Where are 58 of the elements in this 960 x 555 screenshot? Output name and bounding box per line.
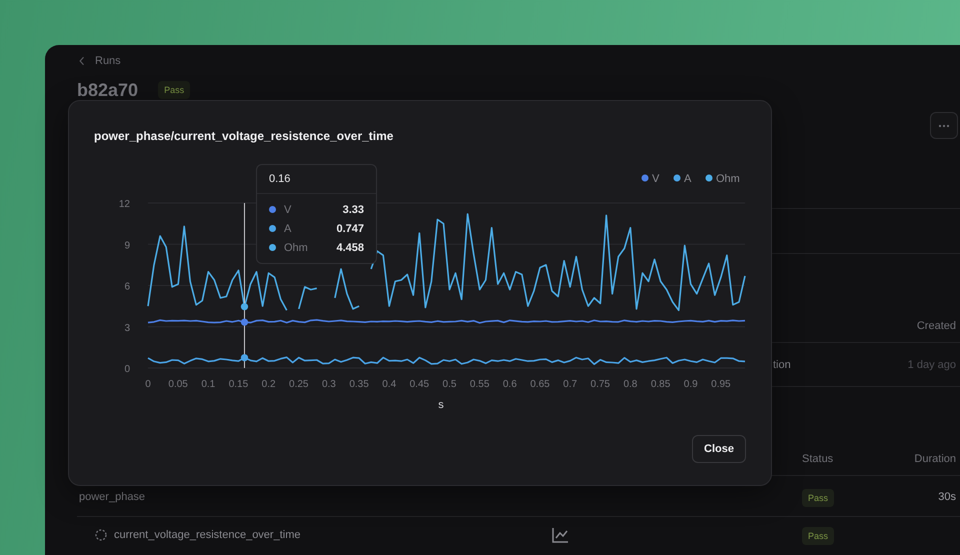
status-badge: Pass: [802, 488, 834, 506]
status-badge: Pass: [158, 81, 190, 99]
legend-label[interactable]: Ohm: [716, 173, 740, 185]
back-link[interactable]: Runs: [77, 55, 121, 67]
x-tick-label: 0.8: [623, 379, 638, 390]
status-badge: Pass: [802, 526, 834, 544]
x-tick-label: 0.2: [262, 379, 276, 390]
line-chart-icon[interactable]: [552, 527, 568, 543]
x-tick-label: 0.65: [530, 379, 550, 390]
y-tick-label: 0: [124, 364, 130, 375]
x-tick-label: 0.75: [590, 379, 610, 390]
duration-cell-text: 30s: [937, 491, 956, 503]
column-header: Duration: [913, 453, 956, 465]
x-tick-label: 0.15: [228, 379, 248, 390]
y-tick-label: 6: [124, 282, 130, 292]
step-name: current_voltage_resistence_over_time: [114, 529, 300, 541]
table-cell: tion: [773, 358, 791, 370]
x-tick-label: 0.9: [684, 379, 698, 390]
series-name: Ohm: [284, 242, 309, 254]
column-header: Status: [802, 453, 834, 465]
chevron-left-icon: [79, 56, 85, 66]
series-value: 0.747: [336, 222, 364, 234]
series-name: V: [284, 204, 292, 216]
x-axis-label: s: [438, 399, 444, 411]
series-value: 3.33: [342, 204, 364, 216]
series-dot: [269, 225, 276, 232]
y-tick-label: 3: [124, 322, 130, 334]
dialog-title: power_phase/current_voltage_resistence_over_time: [93, 128, 394, 145]
x-tick-label: 0.1: [201, 379, 216, 390]
x-tick-label: 0.85: [650, 379, 670, 390]
legend-label[interactable]: V: [652, 173, 660, 185]
x-tick-label: 0.35: [349, 379, 369, 390]
x-tick-label: 0.7: [563, 379, 578, 390]
series-value: 4.458: [336, 242, 364, 254]
run-id-title: b82a70: [77, 80, 138, 100]
series-name: A: [284, 222, 292, 234]
x-tick-label: 0: [145, 379, 151, 390]
series-dot: [269, 206, 276, 213]
x-tick-label: 0.25: [289, 379, 308, 390]
x-tick-label: 0.95: [711, 379, 731, 390]
y-tick-label: 12: [118, 199, 130, 210]
dashed-circle-icon: [95, 529, 107, 541]
legend-label[interactable]: A: [684, 173, 692, 185]
x-tick-label: 0.05: [168, 379, 188, 390]
column-header: Created: [916, 320, 956, 332]
y-tick-label: 9: [124, 240, 130, 252]
tooltip-title: 0.16: [268, 172, 292, 187]
series-dot: [269, 244, 276, 251]
x-tick-label: 0.5: [442, 379, 456, 390]
x-tick-label: 0.55: [470, 379, 490, 390]
table-cell: 1 day ago: [908, 358, 956, 370]
x-tick-label: 0.45: [410, 379, 430, 390]
x-tick-label: 0.4: [382, 379, 396, 390]
step-name: power_phase: [79, 491, 146, 503]
close-button[interactable]: Close: [692, 435, 746, 463]
x-tick-label: 0.6: [502, 379, 517, 390]
ellipsis-icon: [938, 124, 950, 128]
x-tick-label: 0.3: [322, 379, 336, 390]
